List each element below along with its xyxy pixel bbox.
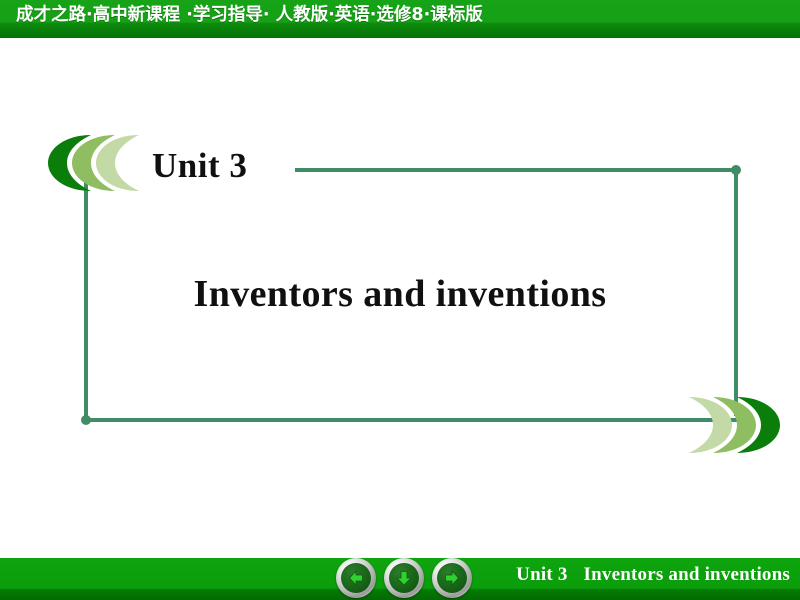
crescent-decoration-left-icon [48, 135, 139, 191]
next-slide-button[interactable] [432, 558, 472, 598]
previous-button-inner [341, 563, 371, 593]
next-button-inner [437, 563, 467, 593]
crescent-decoration-right-icon [689, 397, 780, 453]
down-button-inner [389, 563, 419, 593]
unit-label: Unit 3 [152, 146, 248, 185]
previous-slide-button[interactable] [336, 558, 376, 598]
frame-line-top [295, 168, 738, 172]
arrow-right-icon [445, 569, 460, 587]
arrow-left-icon [348, 569, 363, 587]
presentation-slide: 成才之路·高中新课程 ·学习指导· 人教版·英语·选修8·课标版 Unit 3 … [0, 0, 800, 600]
frame-corner-dot-bottom-left [81, 415, 91, 425]
slide-title: Inventors and inventions [193, 273, 607, 315]
navigation-buttons [336, 556, 472, 600]
next-step-button[interactable] [384, 558, 424, 598]
frame-line-bottom [84, 418, 738, 422]
footer-title-text: Inventors and inventions [583, 564, 790, 585]
header-bar: 成才之路·高中新课程 ·学习指导· 人教版·英语·选修8·课标版 [0, 0, 800, 38]
footer-title: Unit 3 Inventors and inventions [516, 560, 790, 590]
frame-corner-dot-top-right [731, 165, 741, 175]
footer-unit-label: Unit 3 [516, 564, 568, 585]
arrow-down-icon [396, 571, 412, 586]
header-title: 成才之路·高中新课程 ·学习指导· 人教版·英语·选修8·课标版 [16, 5, 483, 25]
